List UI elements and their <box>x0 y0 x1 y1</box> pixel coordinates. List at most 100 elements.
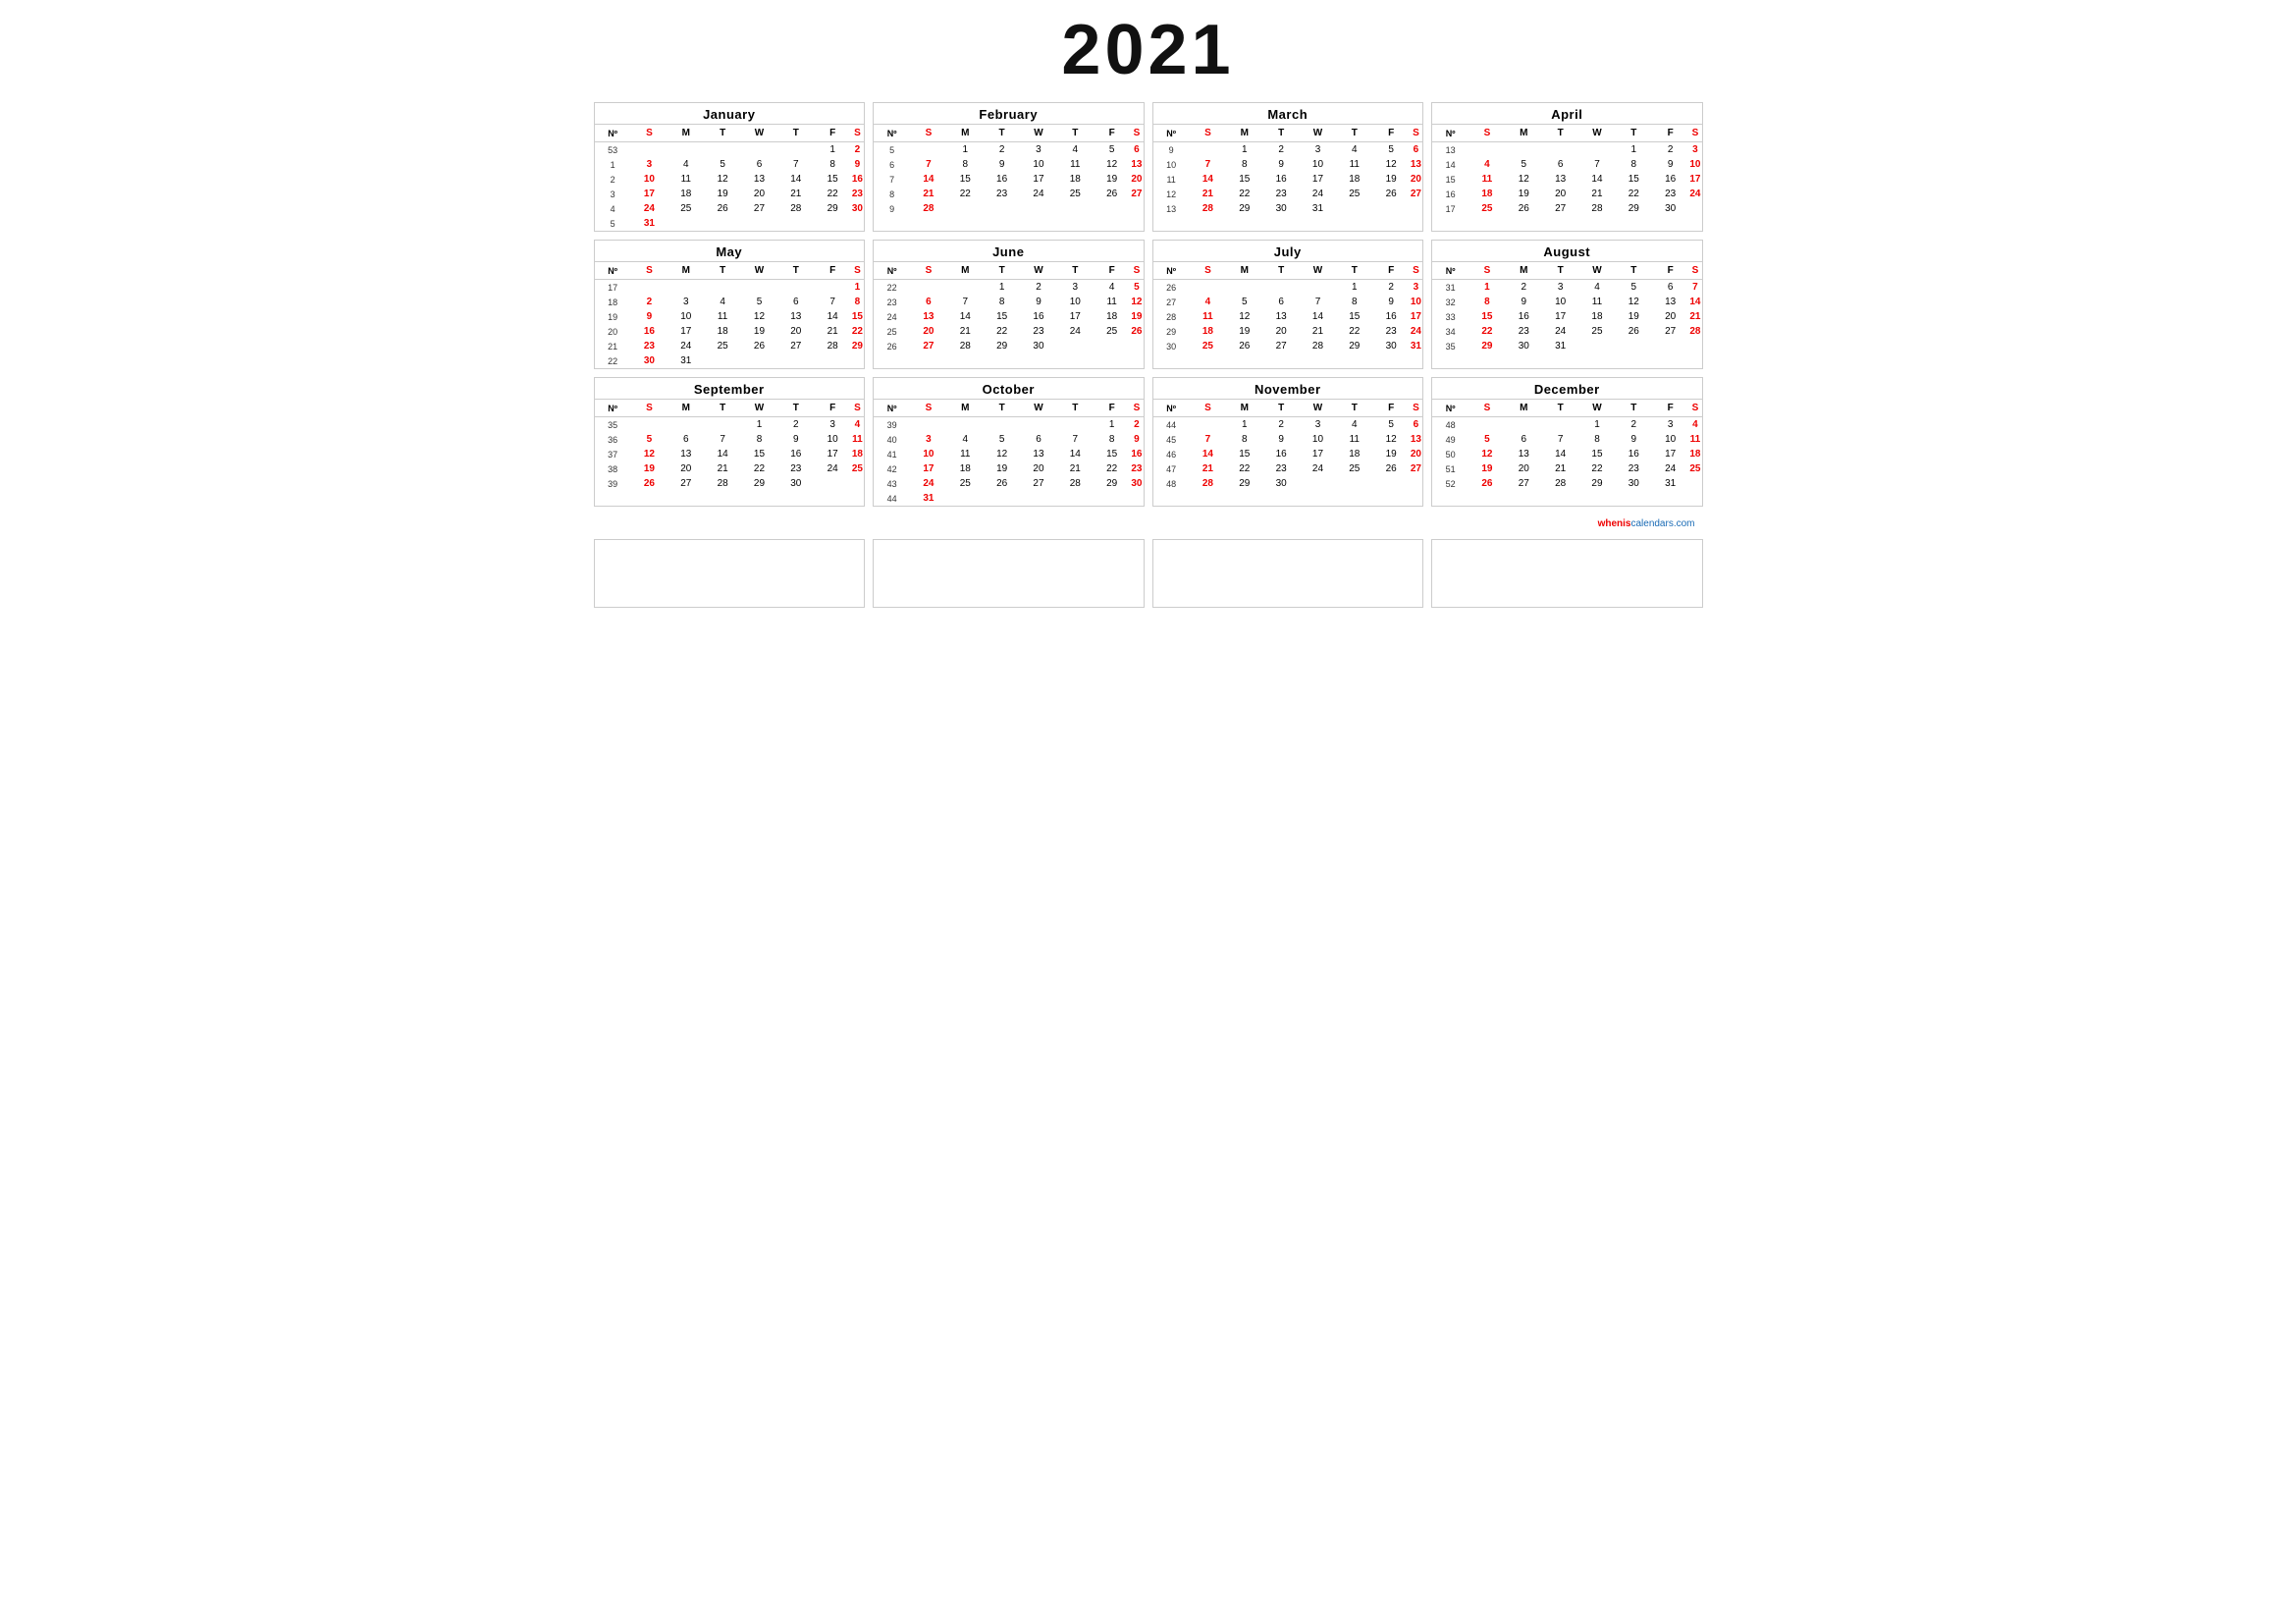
month-november: NovemberNºSMTWTFS44123456457891011121346… <box>1152 377 1424 507</box>
day-cell: 27 <box>667 476 704 491</box>
day-cell: 8 <box>1616 157 1652 172</box>
day-cell: 20 <box>777 324 814 339</box>
day-cell: 2 <box>631 295 667 309</box>
day-cell: 14 <box>704 447 740 461</box>
day-cell: 26 <box>741 339 777 353</box>
week-number: 35 <box>1432 339 1468 353</box>
week-number: 34 <box>1432 324 1468 339</box>
day-cell: 14 <box>1542 447 1578 461</box>
col-header-4: W <box>1300 125 1336 142</box>
col-header-6: F <box>1652 262 1688 280</box>
week-number: 1 <box>595 157 631 172</box>
col-header-7: S <box>1130 262 1143 280</box>
week-number: 11 <box>1153 172 1190 187</box>
day-cell: 27 <box>741 201 777 216</box>
day-cell: 7 <box>1578 157 1615 172</box>
day-cell: 9 <box>1616 432 1652 447</box>
month-title: December <box>1432 378 1702 399</box>
week-number: 51 <box>1432 461 1468 476</box>
day-cell: 31 <box>667 353 704 368</box>
day-cell: 24 <box>1057 324 1094 339</box>
table-row: 1114151617181920 <box>1153 172 1423 187</box>
col-header-0: Nº <box>1432 400 1468 417</box>
table-row: 1328293031 <box>1153 201 1423 216</box>
day-cell <box>1094 491 1130 506</box>
day-cell: 30 <box>1262 201 1299 216</box>
col-header-1: S <box>1190 125 1226 142</box>
month-december: DecemberNºSMTWTFS48123449567891011501213… <box>1431 377 1703 507</box>
day-cell: 3 <box>1410 280 1422 296</box>
day-cell: 9 <box>984 157 1020 172</box>
day-cell: 31 <box>1410 339 1422 353</box>
day-cell: 4 <box>851 417 864 433</box>
table-row: 5012131415161718 <box>1432 447 1702 461</box>
table-row: 3912 <box>874 417 1144 433</box>
day-cell: 2 <box>1506 280 1542 296</box>
day-cell: 14 <box>1300 309 1336 324</box>
day-cell: 8 <box>1226 432 1262 447</box>
col-header-6: F <box>814 125 850 142</box>
col-header-3: T <box>704 262 740 280</box>
day-cell: 12 <box>1468 447 1505 461</box>
day-cell: 2 <box>1020 280 1056 296</box>
day-cell: 25 <box>1468 201 1505 216</box>
table-row: 3712131415161718 <box>595 447 865 461</box>
col-header-0: Nº <box>874 400 910 417</box>
day-cell: 11 <box>1057 157 1094 172</box>
day-cell: 15 <box>947 172 984 187</box>
day-cell: 30 <box>1616 476 1652 491</box>
day-cell: 18 <box>704 324 740 339</box>
day-cell: 28 <box>1542 476 1578 491</box>
year-title: 2021 <box>594 10 1703 90</box>
day-cell: 11 <box>704 309 740 324</box>
day-cell: 16 <box>1262 172 1299 187</box>
day-cell <box>777 280 814 296</box>
day-cell: 12 <box>1226 309 1262 324</box>
table-row: 1511121314151617 <box>1432 172 1702 187</box>
day-cell: 7 <box>910 157 946 172</box>
day-cell <box>1300 280 1336 296</box>
day-cell: 22 <box>1578 461 1615 476</box>
day-cell: 19 <box>1372 447 1409 461</box>
week-number: 8 <box>874 187 910 201</box>
day-cell: 4 <box>1578 280 1615 296</box>
day-cell: 10 <box>1688 157 1701 172</box>
col-header-7: S <box>1130 400 1143 417</box>
day-cell <box>1616 339 1652 353</box>
day-cell: 5 <box>741 295 777 309</box>
col-header-4: W <box>741 262 777 280</box>
table-row: 48282930 <box>1153 476 1423 491</box>
table-row: 311234567 <box>1432 280 1702 296</box>
day-cell: 5 <box>984 432 1020 447</box>
week-number: 16 <box>1432 187 1468 201</box>
day-cell: 14 <box>947 309 984 324</box>
day-cell: 12 <box>1372 157 1409 172</box>
day-cell: 12 <box>984 447 1020 461</box>
day-cell: 19 <box>741 324 777 339</box>
day-cell: 6 <box>1020 432 1056 447</box>
day-cell <box>667 417 704 433</box>
col-header-1: S <box>910 400 946 417</box>
day-cell: 15 <box>1578 447 1615 461</box>
day-cell: 8 <box>851 295 864 309</box>
day-cell: 18 <box>667 187 704 201</box>
day-cell: 20 <box>1020 461 1056 476</box>
table-row: 26123 <box>1153 280 1423 296</box>
week-number: 50 <box>1432 447 1468 461</box>
day-cell <box>1542 417 1578 433</box>
week-number: 37 <box>595 447 631 461</box>
day-cell: 30 <box>1262 476 1299 491</box>
day-cell <box>741 353 777 368</box>
day-cell: 30 <box>631 353 667 368</box>
day-cell: 24 <box>631 201 667 216</box>
table-row: 9123456 <box>1153 142 1423 158</box>
month-table: NºSMTWTFS1711823456781991011121314152016… <box>595 261 865 368</box>
day-cell <box>1020 491 1056 506</box>
day-cell: 23 <box>851 187 864 201</box>
day-cell: 15 <box>1226 447 1262 461</box>
col-header-1: S <box>631 125 667 142</box>
day-cell: 12 <box>1094 157 1130 172</box>
day-cell: 3 <box>1300 142 1336 158</box>
day-cell: 6 <box>1410 142 1422 158</box>
day-cell: 22 <box>1468 324 1505 339</box>
